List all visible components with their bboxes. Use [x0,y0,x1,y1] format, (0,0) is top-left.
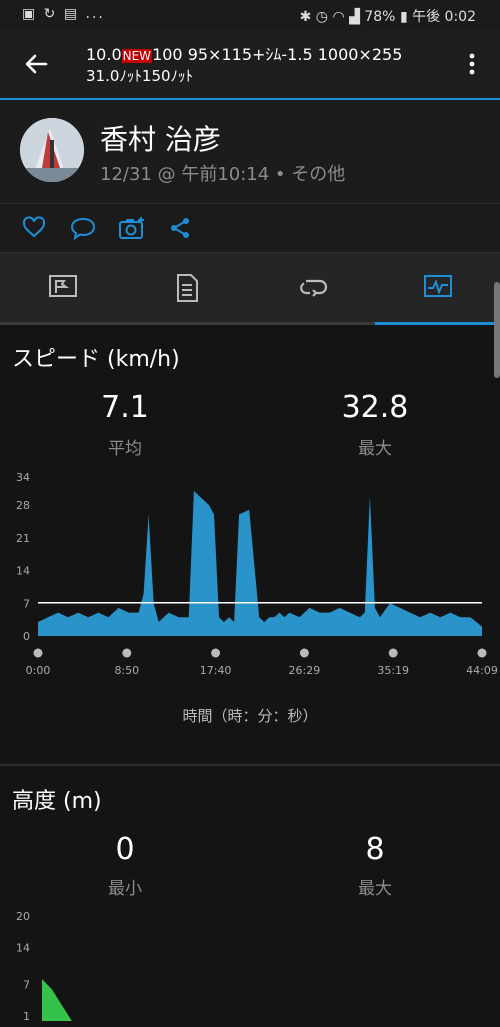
speed-avg-label: 平均 [108,439,142,459]
new-badge: NEW [121,49,153,63]
x-tick-label: 8:50 [114,664,139,677]
document-list-icon [177,274,198,302]
back-arrow-icon[interactable] [22,50,50,78]
wifi-icon: ◠ [332,9,345,25]
speed-max-label: 最大 [358,439,392,459]
y-tick-label: 21 [16,532,30,545]
x-tick-dot [299,648,309,658]
social-actions [0,204,500,253]
x-tick-dot [122,648,132,658]
status-right: ✱ ◷ ◠ ▟ 78% ▮ 午後 0:02 [300,6,476,26]
bluetooth-icon: ✱ [299,9,312,25]
battery-percent: 78% [364,9,396,25]
x-tick-dot [33,648,43,658]
altitude-chart: 20 14 7 1 [16,910,482,1023]
altitude-max-label: 最大 [358,879,392,899]
tab-overview[interactable] [0,253,125,325]
activity-profile: 香村 治彦 12/31 @ 午前10:14 • その他 [0,100,500,204]
x-tick-label: 0:00 [26,664,51,677]
y-tick-label: 7 [23,978,30,991]
scrollbar-thumb[interactable] [494,282,500,378]
title-part-a: 10.0 [86,45,122,64]
activity-tabs [0,253,500,325]
flag-map-icon [49,275,77,297]
more-options-icon[interactable] [462,50,482,78]
activity-datetime-type: 12/31 @ 午前10:14 • その他 [100,164,346,185]
comment-bubble-icon[interactable] [70,216,96,240]
altitude-min-value: 0 [115,832,135,867]
share-icon[interactable] [168,216,192,240]
add-photo-icon[interactable] [118,216,146,240]
battery-icon: ▮ [399,9,408,25]
activity-title-line1: 10.0NEW100 95×115+ｼﾑ-1.5 1000×255 [86,41,402,65]
title-part-b: 100 95×115+ｼﾑ-1.5 1000×255 [152,45,403,64]
chart-pulse-icon [424,275,452,297]
y-tick-label: 28 [16,499,30,512]
altitude-min-label: 最小 [108,879,142,899]
status-notification-icons: ▣ ↻ ▤ ... [22,6,105,22]
data-area [38,491,482,636]
x-tick-label: 44:09 [466,664,498,677]
like-heart-icon[interactable] [22,216,46,240]
speed-section-title: スピード (km/h) [12,347,180,372]
avatar[interactable] [20,118,84,182]
y-tick-label: 0 [23,630,30,643]
tab-laps[interactable] [250,253,375,325]
x-tick-dot [211,648,221,658]
y-tick-label: 7 [23,597,30,610]
activity-title-line2: 31.0ﾉｯﾄ150ﾉｯﾄ [86,67,194,85]
tab-details[interactable] [125,253,250,325]
speed-max-value: 32.8 [341,390,409,425]
section-divider [0,764,500,766]
y-tick-label: 1 [23,1010,30,1023]
user-name: 香村 治彦 [100,123,221,156]
altitude-max-value: 8 [365,832,385,867]
x-tick-dot [477,648,487,658]
speed-avg-value: 7.1 [101,390,149,425]
windsurf-photo-icon [20,118,84,182]
y-tick-label: 14 [16,565,30,578]
speed-chart: 34 28 21 14 7 0 0:00 8:50 17:40 26:29 35:19 44:09 [16,471,498,677]
y-tick-label: 34 [16,471,30,484]
status-bar: ▣ ↻ ▤ ... ✱ ◷ ◠ ▟ 78% ▮ 午後 0:02 [0,0,500,30]
speed-x-axis-title: 時間（時：分：秒） [182,707,318,725]
x-tick-label: 17:40 [200,664,232,677]
data-area [42,979,482,1021]
y-tick-label: 14 [16,942,30,955]
tab-charts[interactable] [375,253,500,325]
signal-icon: ▟ [349,9,360,25]
repeat-laps-icon [300,279,328,297]
x-tick-label: 26:29 [289,664,321,677]
y-tick-label: 20 [16,910,30,923]
app-bar: 10.0NEW100 95×115+ｼﾑ-1.5 1000×255 31.0ﾉｯ… [0,30,500,100]
clock: 午後 0:02 [412,9,476,25]
x-tick-dot [388,648,398,658]
altitude-section-title: 高度 (m) [12,789,102,814]
active-tab-indicator [375,322,495,325]
alarm-icon: ◷ [315,9,328,25]
x-tick-label: 35:19 [377,664,409,677]
